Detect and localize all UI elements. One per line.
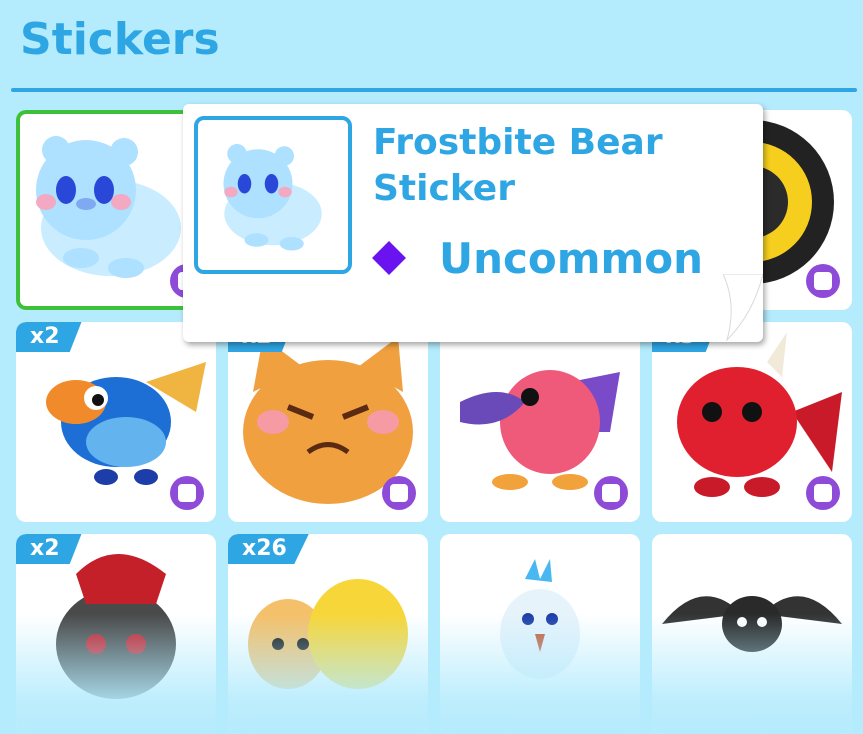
sticker-card-parrot-dragon[interactable]: x2 [16,322,216,522]
header: Stickers [0,0,863,92]
sticker-type-icon [170,476,204,510]
scroll-fade [652,614,852,734]
sticker-card-dodo[interactable] [440,322,640,522]
sticker-card-fox[interactable]: x26 [228,534,428,734]
sticker-card-tabby-cat[interactable]: x2 [228,322,428,522]
header-divider [11,88,857,92]
sticker-type-icon [594,476,628,510]
frostbite-bear-icon [223,144,322,251]
scroll-fade [228,614,428,734]
tooltip-sticker-name: Frostbite Bear Sticker [373,122,663,209]
sticker-card-wolf[interactable]: x2 [16,534,216,734]
sticker-card-red-dragon[interactable]: x3 [652,322,852,522]
tooltip-thumbnail [194,116,352,274]
sticker-type-icon [806,476,840,510]
scroll-fade [440,614,640,734]
tooltip-rarity: Uncommon [439,234,704,283]
sticker-card-snow-owl[interactable] [440,534,640,734]
sticker-card-bat[interactable] [652,534,852,734]
page-title: Stickers [20,14,220,65]
tooltip-tail [723,274,764,342]
sticker-tooltip: Frostbite Bear Sticker Uncommon [183,104,765,342]
scroll-fade [16,614,216,734]
sticker-type-icon [382,476,416,510]
sticker-type-icon [806,264,840,298]
